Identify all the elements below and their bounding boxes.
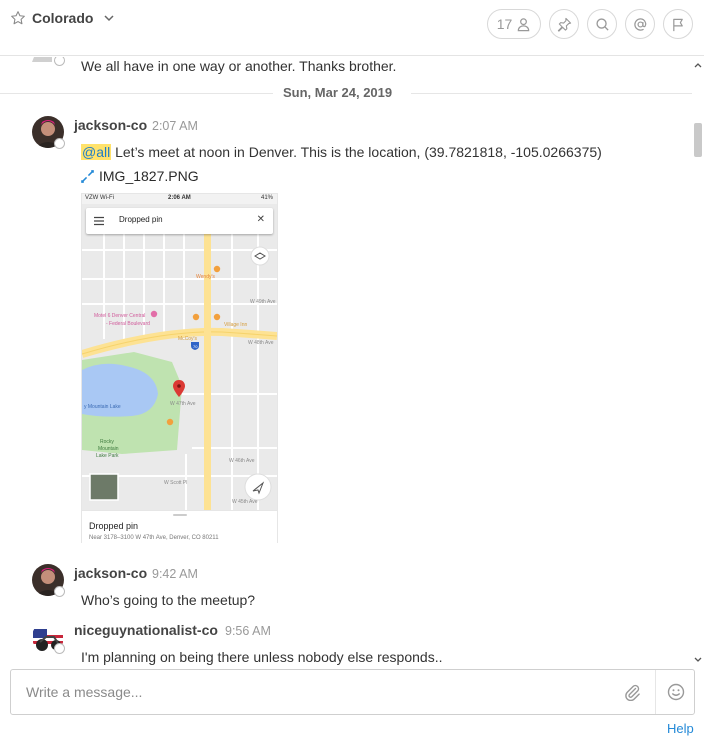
map-label: W 46th Ave	[229, 458, 255, 464]
post-message-text: Let’s meet at noon in Denver. This is th…	[111, 144, 602, 160]
paperclip-icon[interactable]	[623, 683, 641, 701]
message-list[interactable]: We all have in one way or another. Thank…	[0, 57, 692, 668]
status-battery: 41%	[260, 195, 273, 201]
date-separator: Sun, Mar 24, 2019	[0, 82, 692, 106]
post-author[interactable]: jackson-co	[74, 117, 147, 133]
member-icon	[518, 17, 530, 31]
image-preview[interactable]: VZW Wi-Fi 2:06 AM 41% Wendy's Motel 6 De…	[81, 193, 278, 543]
dropped-pin-card: Dropped pin Near 3178–3100 W 47th Ave, D…	[82, 510, 277, 543]
map-label: Motel 6 Denver Central	[94, 313, 145, 319]
map-label: Mountain	[98, 446, 119, 452]
map-image: Wendy's Motel 6 Denver Central - Federal…	[82, 204, 277, 510]
map-label: W 45th Ave	[232, 499, 258, 505]
post-author[interactable]: niceguynationalist-co	[74, 622, 218, 638]
pin-icon	[557, 17, 571, 32]
emoji-icon[interactable]	[666, 682, 686, 702]
map-label: McCoy's	[178, 336, 198, 342]
post-time[interactable]: 9:42 AM	[152, 567, 198, 581]
map-label: W 48th Ave	[248, 340, 274, 346]
recent-mentions-button[interactable]	[625, 9, 655, 39]
date-separator-label: Sun, Mar 24, 2019	[283, 85, 393, 100]
mention-link[interactable]: @all	[81, 144, 112, 160]
search-button[interactable]	[587, 9, 617, 39]
status-indicator	[54, 57, 65, 66]
channel-name: Colorado	[32, 10, 94, 26]
star-icon[interactable]	[10, 10, 26, 26]
help-link[interactable]: Help	[667, 721, 694, 736]
map-label: W 47th Ave	[170, 401, 196, 407]
channel-title-dropdown[interactable]: Colorado	[10, 6, 115, 30]
message-list-scrollbar[interactable]	[692, 57, 704, 668]
map-label: Lake Park	[96, 453, 119, 459]
map-label: y Mountain Lake	[84, 404, 121, 410]
menu-icon	[94, 216, 104, 226]
post-message-text: I'm planning on being there unless nobod…	[81, 649, 443, 665]
status-time: 2:06 AM	[168, 195, 191, 201]
scroll-down-icon[interactable]	[694, 656, 702, 664]
status-carrier: VZW Wi-Fi	[85, 195, 114, 201]
status-indicator	[54, 138, 65, 149]
map-search-title: Dropped pin	[119, 215, 163, 224]
map-label: - Federal Boulevard	[106, 321, 150, 327]
status-indicator	[54, 586, 65, 597]
post-message-text: Who’s going to the meetup?	[81, 592, 256, 608]
channel-header: Colorado 17	[0, 0, 704, 56]
close-icon: ✕	[256, 214, 265, 225]
search-icon	[595, 17, 609, 31]
post-time[interactable]: 2:07 AM	[152, 119, 198, 133]
member-count: 17	[496, 16, 513, 32]
flagged-posts-button[interactable]	[663, 9, 693, 39]
file-attachment-link[interactable]: IMG_1827.PNG	[81, 168, 199, 184]
message-composer	[10, 669, 695, 715]
image-file-icon	[81, 169, 94, 183]
pin-address: Near 3178–3100 W 47th Ave, Denver, CO 80…	[89, 535, 219, 541]
post-author[interactable]: jackson-co	[74, 565, 147, 581]
map-label: W 49th Ave	[250, 299, 276, 305]
post-time[interactable]: 9:56 AM	[225, 624, 271, 638]
map-label: 70	[193, 344, 198, 349]
pin-title: Dropped pin	[89, 521, 139, 531]
previous-message-text: We all have in one way or another. Thank…	[81, 58, 397, 74]
scroll-up-icon[interactable]	[694, 61, 702, 69]
member-list-button[interactable]: 17	[487, 9, 541, 39]
map-search-card: Dropped pin ✕	[86, 208, 273, 234]
status-indicator	[54, 643, 65, 654]
map-label: Rocky	[100, 439, 114, 445]
map-label: Wendy's	[196, 274, 215, 280]
message-input[interactable]	[12, 671, 612, 713]
post-message: @all Let’s meet at noon in Denver. This …	[81, 144, 602, 160]
scrollbar-thumb[interactable]	[694, 123, 702, 157]
previous-avatar	[32, 57, 52, 62]
file-name: IMG_1827.PNG	[99, 168, 199, 184]
pinned-posts-button[interactable]	[549, 9, 579, 39]
map-label: Village Inn	[224, 322, 247, 328]
chevron-down-icon	[104, 15, 114, 22]
at-sign-icon	[633, 17, 646, 31]
map-label: W Scott Pl	[164, 480, 187, 486]
phone-status-bar: VZW Wi-Fi 2:06 AM 41%	[82, 194, 277, 204]
flag-icon	[672, 18, 683, 31]
